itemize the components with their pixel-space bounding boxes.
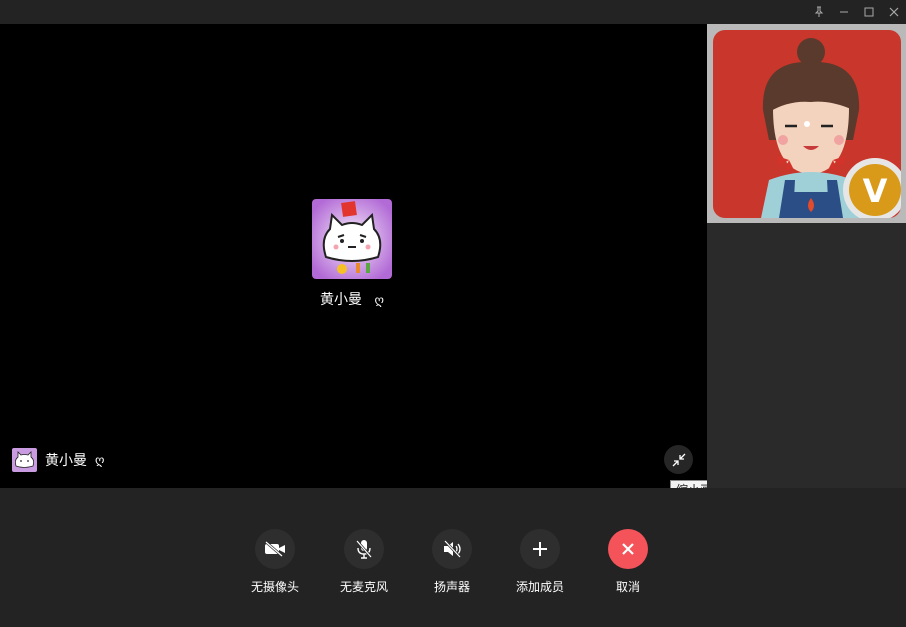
speaker-label: 扬声器 bbox=[433, 580, 470, 594]
caller-name-text: 黄小曼 bbox=[320, 292, 363, 308]
cancel-call-button[interactable] bbox=[608, 529, 648, 569]
camera-toggle-button[interactable] bbox=[255, 529, 295, 569]
caller-name: 黄小曼 ღ bbox=[300, 289, 404, 309]
call-controls: 无摄像头 无麦克风 扬声器 添加成员 取消 bbox=[0, 488, 906, 627]
vip-badge-letter: V bbox=[863, 172, 888, 210]
close-icon[interactable] bbox=[885, 3, 903, 21]
camera-control: 无摄像头 bbox=[235, 529, 315, 595]
remote-video-tile[interactable]: V bbox=[707, 24, 906, 223]
camera-label: 无摄像头 bbox=[250, 580, 299, 594]
mic-toggle-button[interactable] bbox=[344, 529, 384, 569]
add-member-control: 添加成员 bbox=[500, 529, 580, 595]
close-icon bbox=[622, 543, 634, 555]
self-avatar bbox=[12, 448, 37, 472]
self-name: 黄小曼 bbox=[45, 453, 87, 469]
self-status-glyph: ღ bbox=[95, 453, 105, 467]
pin-icon[interactable] bbox=[810, 3, 828, 21]
camera-off-icon bbox=[265, 541, 285, 557]
speaker-toggle-button[interactable] bbox=[432, 529, 472, 569]
caller-avatar bbox=[312, 199, 392, 279]
plus-icon bbox=[533, 542, 547, 556]
title-bar bbox=[0, 0, 906, 24]
shrink-view-button[interactable] bbox=[664, 445, 693, 474]
mic-label: 无麦克风 bbox=[339, 580, 388, 594]
remote-avatar: V bbox=[713, 30, 901, 218]
mic-control: 无麦克风 bbox=[324, 529, 404, 595]
minimize-icon[interactable] bbox=[835, 3, 853, 21]
add-member-label: 添加成员 bbox=[515, 580, 564, 594]
add-member-button[interactable] bbox=[520, 529, 560, 569]
cancel-label: 取消 bbox=[615, 580, 640, 594]
cancel-control: 取消 bbox=[588, 529, 668, 595]
self-view-label: 黄小曼 ღ bbox=[12, 448, 104, 472]
speaker-muted-icon bbox=[444, 540, 461, 558]
mic-off-icon bbox=[356, 540, 372, 559]
speaker-control: 扬声器 bbox=[412, 529, 492, 595]
maximize-icon[interactable] bbox=[860, 3, 878, 21]
status-glyph: ღ bbox=[374, 293, 384, 307]
shrink-icon bbox=[672, 453, 685, 466]
side-panel: V bbox=[707, 24, 906, 488]
